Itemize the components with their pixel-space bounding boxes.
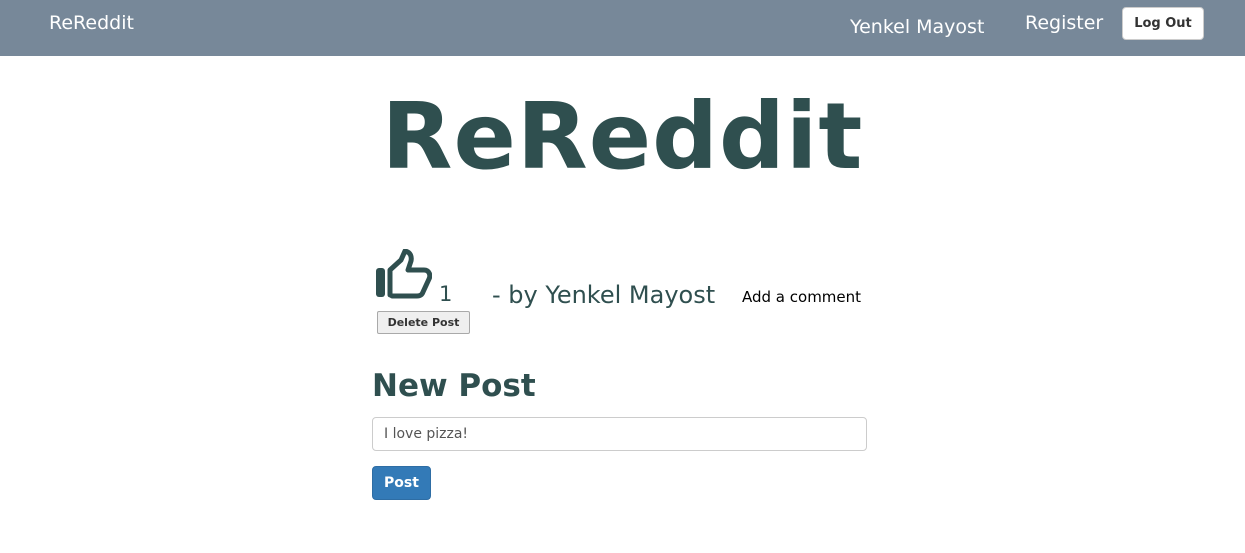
register-link[interactable]: Register [1025,10,1103,36]
navbar: ReReddit Yenkel Mayost Register Log Out [0,0,1245,56]
logout-button[interactable]: Log Out [1122,7,1204,40]
brand-link[interactable]: ReReddit [49,10,134,36]
delete-post-button[interactable]: Delete Post [377,311,470,334]
post-submit-button[interactable]: Post [372,466,431,500]
add-comment-link[interactable]: Add a comment [742,287,861,307]
page-title: ReReddit [381,83,864,190]
new-post-heading: New Post [372,368,536,404]
thumbs-up-icon[interactable] [374,248,433,301]
like-count: 1 [439,282,453,306]
new-post-input[interactable] [372,417,867,451]
post-author: - by Yenkel Mayost [492,281,716,309]
nav-user-name: Yenkel Mayost [850,16,985,38]
